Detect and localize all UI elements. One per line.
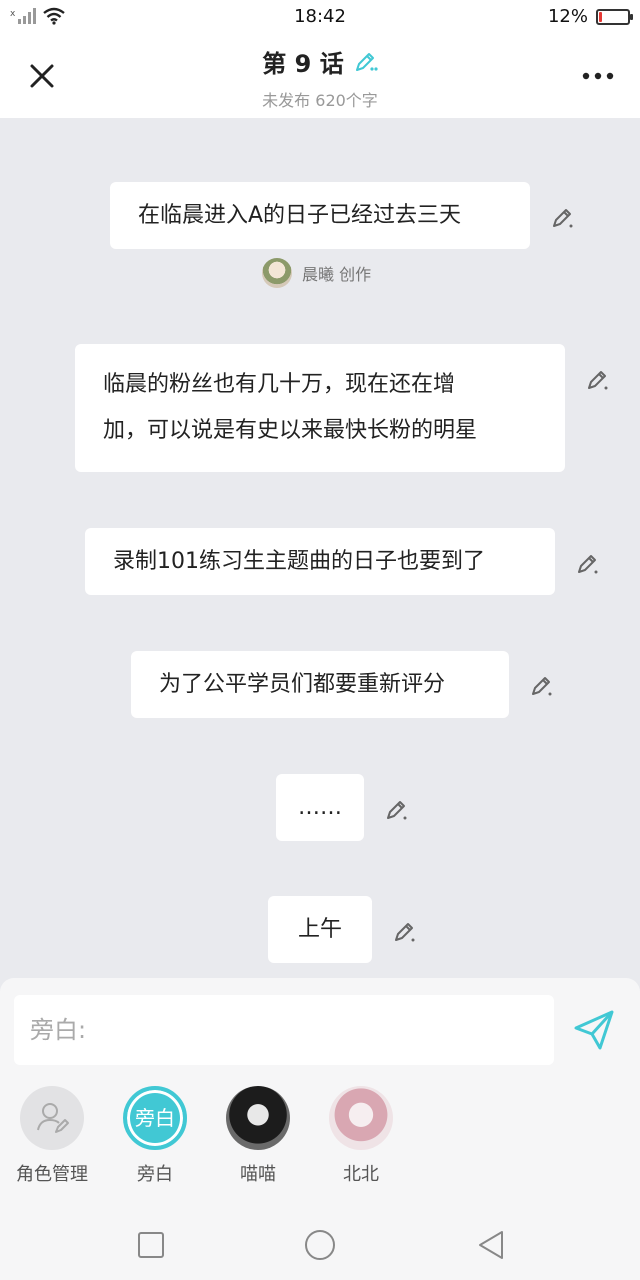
role-narrator-avatar: 旁白 [123, 1086, 187, 1150]
role-manage-avatar [20, 1086, 84, 1150]
system-nav-bar [0, 1208, 640, 1280]
message-text: 在临晨进入A的日子已经过去三天 [138, 203, 462, 228]
message-input[interactable]: 旁白: [14, 995, 554, 1065]
recent-apps-icon[interactable] [134, 1228, 168, 1262]
title-wrap: 第 9 话 未发布 620个字 [0, 44, 640, 111]
role-miaomiao-avatar [226, 1086, 290, 1150]
role-manage-button[interactable]: 角色管理 [2, 1086, 102, 1186]
role-beibei-button[interactable]: 北北 [311, 1086, 411, 1186]
more-options-icon[interactable] [580, 62, 616, 90]
role-narrator-badge: 旁白 [135, 1106, 175, 1130]
edit-message-icon[interactable] [392, 918, 418, 944]
chapter-title[interactable]: 第 9 话 [262, 44, 378, 79]
user-edit-icon [37, 1103, 69, 1133]
chat-area: 在临晨进入A的日子已经过去三天 晨曦 创作 临晨的粉丝也有几十万，现在还在增 加… [0, 118, 640, 978]
message-input-placeholder: 旁白: [30, 1016, 87, 1044]
author-name: 晨曦 创作 [302, 265, 372, 284]
message-text: …… [298, 795, 342, 820]
message-bubble[interactable]: 录制101练习生主题曲的日子也要到了 [85, 528, 555, 595]
back-icon[interactable] [474, 1228, 508, 1262]
role-miaomiao-button[interactable]: 喵喵 [208, 1086, 308, 1186]
message-bubble[interactable]: 临晨的粉丝也有几十万，现在还在增 加，可以说是有史以来最快长粉的明星 [75, 344, 565, 472]
role-label: 角色管理 [16, 1164, 88, 1185]
edit-message-icon[interactable] [550, 204, 576, 230]
role-selector: 角色管理 旁白 旁白 喵喵 北北 [0, 1086, 640, 1196]
role-label: 旁白 [137, 1164, 173, 1185]
status-icons-right: 12% [547, 6, 633, 27]
home-icon[interactable] [303, 1228, 337, 1262]
chapter-header: 第 9 话 未发布 620个字 [0, 34, 640, 118]
edit-message-icon[interactable] [585, 366, 611, 392]
status-bar: x 18:42 12% [0, 0, 640, 34]
message-text: 上午 [297, 917, 342, 942]
edit-message-icon[interactable] [529, 672, 555, 698]
status-time: 18:42 [294, 6, 346, 27]
message-text-line: 临晨的粉丝也有几十万，现在还在增 [103, 372, 456, 397]
chapter-title-text: 第 9 话 [262, 50, 344, 78]
message-bubble[interactable]: …… [276, 774, 364, 841]
role-label: 喵喵 [240, 1164, 276, 1185]
author-credit: 晨曦 创作 [262, 258, 371, 288]
message-bubble[interactable]: 在临晨进入A的日子已经过去三天 [110, 182, 530, 249]
author-avatar [262, 258, 292, 288]
message-bubble[interactable]: 上午 [268, 896, 372, 963]
edit-message-icon[interactable] [575, 550, 601, 576]
role-beibei-avatar [329, 1086, 393, 1150]
battery-percent: 12% [547, 6, 588, 27]
message-text: 为了公平学员们都要重新评分 [159, 672, 446, 697]
edit-message-icon[interactable] [384, 796, 410, 822]
battery-icon [596, 8, 633, 25]
message-text: 录制101练习生主题曲的日子也要到了 [113, 549, 485, 574]
role-narrator-button[interactable]: 旁白 旁白 [105, 1086, 205, 1186]
send-icon[interactable] [572, 1008, 616, 1052]
chapter-subtitle: 未发布 620个字 [262, 91, 378, 110]
edit-title-icon[interactable] [352, 49, 378, 75]
message-text-line: 加，可以说是有史以来最快长粉的明星 [103, 418, 478, 443]
message-bubble[interactable]: 为了公平学员们都要重新评分 [131, 651, 509, 718]
battery-level-fill [599, 11, 602, 22]
role-label: 北北 [343, 1164, 379, 1185]
